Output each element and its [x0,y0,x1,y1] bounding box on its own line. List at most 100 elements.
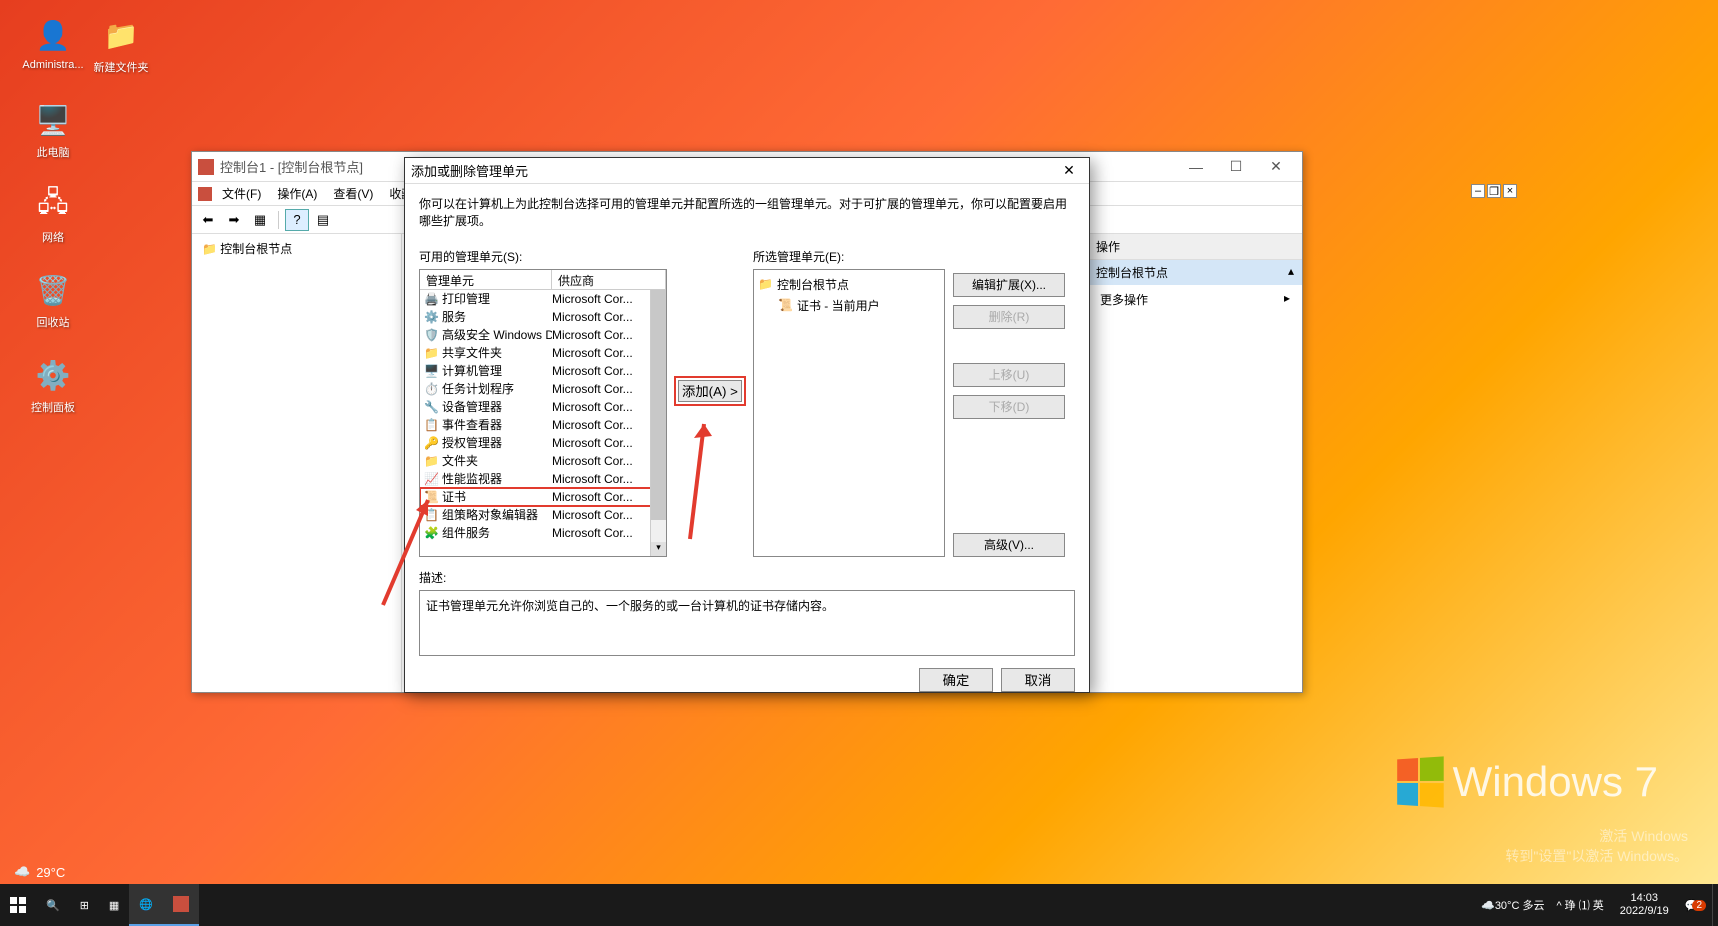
mmc-tree[interactable]: 📁 控制台根节点 [192,234,402,692]
mdi-restore[interactable]: ❐ [1487,184,1501,198]
snapin-row[interactable]: 📋组策略对象编辑器Microsoft Cor... [420,506,666,524]
taskbar-mmc[interactable] [163,884,199,926]
scrollbar-thumb[interactable] [651,290,666,520]
snapin-row[interactable]: 📈性能监视器Microsoft Cor... [420,470,666,488]
snapin-icon: 📜 [424,490,438,504]
snapin-icon: 🖨️ [424,292,438,306]
snapin-icon: ⏱️ [424,382,438,396]
col-vendor[interactable]: 供应商 [552,270,666,289]
available-label: 可用的管理单元(S): [419,248,667,265]
snapin-row[interactable]: 📁共享文件夹Microsoft Cor... [420,344,666,362]
scrollbar-down[interactable]: ▾ [651,542,666,556]
advanced-button[interactable]: 高级(V)... [953,533,1065,557]
snapin-row[interactable]: 🛡️高级安全 Windows De...Microsoft Cor... [420,326,666,344]
mmc-actions-pane: 操作 控制台根节点▴ 更多操作▸ [1088,234,1302,692]
snapin-row[interactable]: 🧩组件服务Microsoft Cor... [420,524,666,542]
ok-button[interactable]: 确定 [919,668,993,692]
dialog-titlebar[interactable]: 添加或删除管理单元 ✕ [405,158,1089,184]
tree-root[interactable]: 📁 控制台根节点 [198,238,395,259]
edit-extensions-button[interactable]: 编辑扩展(X)... [953,273,1065,297]
desktop-icon-recycle[interactable]: 🗑️ 回收站 [18,270,88,330]
mdi-close[interactable]: × [1503,184,1517,198]
snapin-row[interactable]: 📜证书Microsoft Cor... [420,488,666,506]
selected-root[interactable]: 📁控制台根节点 [758,274,940,295]
snapin-icon: ⚙️ [424,310,438,324]
search-button[interactable]: 🔍 [36,884,70,926]
snapin-row[interactable]: 🔑授权管理器Microsoft Cor... [420,434,666,452]
arrow-right-icon: ▸ [1284,291,1290,308]
snapin-row[interactable]: 🖥️计算机管理Microsoft Cor... [420,362,666,380]
snapin-row[interactable]: ⚙️服务Microsoft Cor... [420,308,666,326]
desktop-icon-new-folder[interactable]: 📁 新建文件夹 [86,15,156,75]
actions-root[interactable]: 控制台根节点▴ [1088,260,1302,285]
toolbar-help[interactable]: ? [285,209,309,231]
windows7-watermark: Windows 7 [1395,758,1658,806]
menu-action[interactable]: 操作(A) [271,183,323,204]
show-desktop-button[interactable] [1712,884,1718,926]
add-remove-snapin-dialog: 添加或删除管理单元 ✕ 你可以在计算机上为此控制台选择可用的管理单元并配置所选的… [404,157,1090,693]
mdi-controls: – ❐ × [1471,184,1517,198]
minimize-button[interactable]: — [1176,154,1216,180]
desktop-icon-administrators[interactable]: 👤 Administra... [18,15,88,71]
collapse-icon: ▴ [1288,264,1294,281]
toolbar-back[interactable]: ⬅ [196,209,220,231]
snapin-icon: 📋 [424,418,438,432]
windows-logo-icon [1397,756,1444,807]
taskbar-chrome[interactable]: 🌐 [129,884,163,926]
menu-file[interactable]: 文件(F) [216,183,267,204]
snapin-icon: 🛡️ [424,328,438,342]
tray-icons[interactable]: ^ 琤 ⑴ 英 [1550,884,1609,926]
notifications-button[interactable]: 💬2 [1679,884,1712,926]
network-icon: 🖧 [33,185,73,225]
dialog-close-button[interactable]: ✕ [1055,160,1083,182]
desktop-icon-this-pc[interactable]: 🖥️ 此电脑 [18,100,88,160]
folder-icon: 📁 [101,15,141,55]
start-button[interactable] [0,884,36,926]
add-button[interactable]: 添加(A) > [678,380,742,402]
tray-clock[interactable]: 14:03 2022/9/19 [1610,892,1679,918]
actions-more[interactable]: 更多操作▸ [1088,285,1302,314]
system-tray: ☁️ 30°C 多云 ^ 琤 ⑴ 英 14:03 2022/9/19 💬2 [1475,884,1718,926]
selected-label: 所选管理单元(E): [753,248,945,265]
toolbar-forward[interactable]: ➡ [222,209,246,231]
scrollbar[interactable]: ▾ [650,290,666,556]
mdi-minimize[interactable]: – [1471,184,1485,198]
close-button[interactable]: ✕ [1256,154,1296,180]
toolbar-list[interactable]: ▤ [311,209,335,231]
menu-view[interactable]: 查看(V) [327,183,379,204]
snapin-icon: 📁 [424,454,438,468]
move-up-button[interactable]: 上移(U) [953,363,1065,387]
task-view-button[interactable]: ⊞ [70,884,99,926]
activate-watermark: 激活 Windows 转到"设置"以激活 Windows。 [1505,826,1688,866]
snapin-row[interactable]: 🔧设备管理器Microsoft Cor... [420,398,666,416]
snapin-row[interactable]: ⏱️任务计划程序Microsoft Cor... [420,380,666,398]
snapin-row[interactable]: 🖨️打印管理Microsoft Cor... [420,290,666,308]
control-panel-icon: ⚙️ [33,355,73,395]
dialog-title: 添加或删除管理单元 [411,161,1055,180]
available-snapins-list[interactable]: 管理单元 供应商 🖨️打印管理Microsoft Cor...⚙️服务Micro… [419,269,667,557]
apps-button[interactable]: ▦ [99,884,129,926]
snapin-icon: 🔧 [424,400,438,414]
move-down-button[interactable]: 下移(D) [953,395,1065,419]
actions-header: 操作 [1088,234,1302,260]
recycle-icon: 🗑️ [33,270,73,310]
toolbar-view[interactable]: ▦ [248,209,272,231]
computer-icon: 🖥️ [33,100,73,140]
cancel-button[interactable]: 取消 [1001,668,1075,692]
weather-widget[interactable]: ☁️ 30°C 多云 [1475,884,1550,926]
dialog-description: 你可以在计算机上为此控制台选择可用的管理单元并配置所选的一组管理单元。对于可扩展… [419,196,1075,230]
selected-child[interactable]: 📜证书 - 当前用户 [758,295,940,316]
desktop-icon-network[interactable]: 🖧 网络 [18,185,88,245]
col-name[interactable]: 管理单元 [420,270,552,289]
snapin-icon: 🧩 [424,526,438,540]
maximize-button[interactable]: ☐ [1216,154,1256,180]
user-icon: 👤 [33,15,73,55]
snapin-row[interactable]: 📁文件夹Microsoft Cor... [420,452,666,470]
taskbar: 🔍 ⊞ ▦ 🌐 ☁️ 30°C 多云 ^ 琤 ⑴ 英 14:03 2022/9/… [0,884,1718,926]
remove-button[interactable]: 删除(R) [953,305,1065,329]
desktop-icon-control-panel[interactable]: ⚙️ 控制面板 [18,355,88,415]
snapin-row[interactable]: 📋事件查看器Microsoft Cor... [420,416,666,434]
list-header: 管理单元 供应商 [420,270,666,290]
weather-left[interactable]: ☁️ 29°C [14,864,65,880]
selected-snapins-tree[interactable]: 📁控制台根节点 📜证书 - 当前用户 [753,269,945,557]
